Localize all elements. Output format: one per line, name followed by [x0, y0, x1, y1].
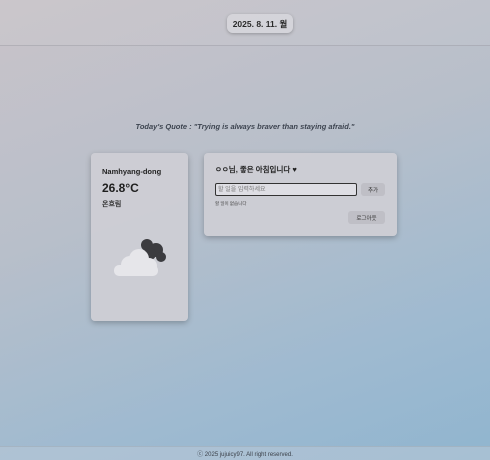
- logout-button[interactable]: 로그아웃: [348, 211, 385, 224]
- weather-temperature: 26.8°C: [102, 181, 139, 195]
- daily-quote: Today's Quote : "Trying is always braver…: [135, 122, 355, 131]
- greeting-text: ㅇㅇ님, 좋은 아침입니다 ♥: [215, 165, 297, 174]
- date-display: 2025. 8. 11. 월: [227, 14, 293, 33]
- todo-input[interactable]: [215, 183, 357, 196]
- weather-card: Namhyang-dong 26.8°C 온흐림: [91, 153, 188, 321]
- partly-cloudy-icon: [114, 239, 166, 276]
- top-bar: 2025. 8. 11. 월: [0, 0, 490, 46]
- todo-card: ㅇㅇ님, 좋은 아침입니다 ♥ 추가 할 일이 없습니다 로그아웃: [204, 153, 397, 236]
- footer-copyright: ⓒ 2025 jujuicy97. All right reserved.: [0, 446, 490, 460]
- add-todo-button[interactable]: 추가: [361, 183, 385, 196]
- empty-todo-message: 할 일이 없습니다: [215, 201, 247, 206]
- weather-description: 온흐림: [102, 201, 122, 208]
- weather-location: Namhyang-dong: [102, 167, 162, 176]
